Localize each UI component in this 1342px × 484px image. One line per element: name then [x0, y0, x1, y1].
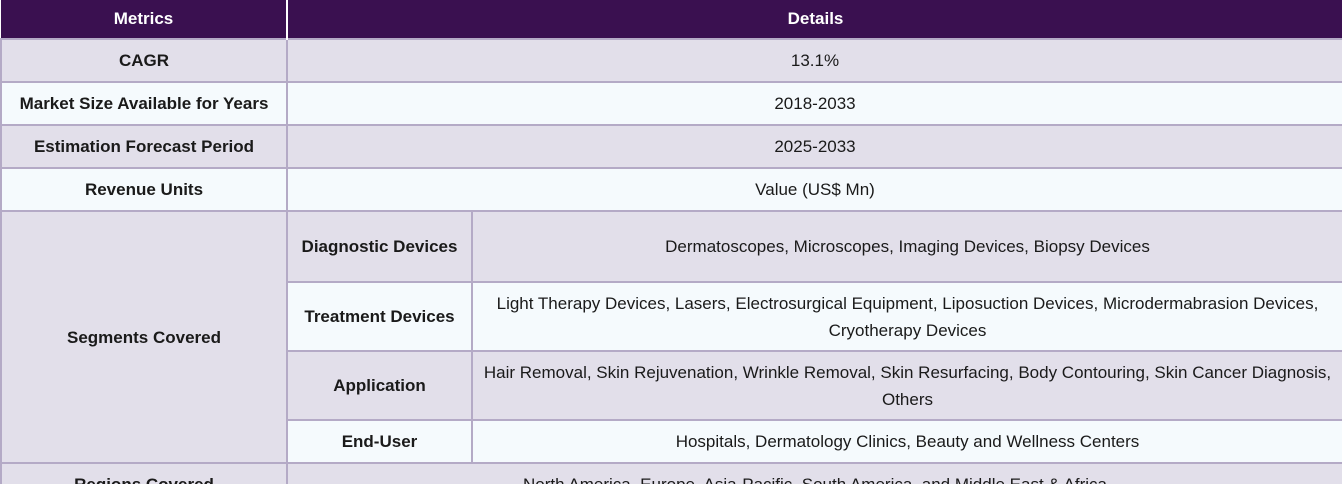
header-details: Details — [287, 0, 1342, 39]
segment-detail: Hospitals, Dermatology Clinics, Beauty a… — [471, 419, 1342, 464]
metric-detail: Value (US$ Mn) — [286, 167, 1342, 212]
table-row: CAGR 13.1% — [0, 38, 1342, 83]
header-metrics: Metrics — [1, 0, 288, 39]
segment-name: Application — [286, 350, 473, 421]
table-header-row: Metrics Details — [1, 0, 1342, 39]
segment-detail: Dermatoscopes, Microscopes, Imaging Devi… — [471, 210, 1342, 283]
table-row: Segments Covered Diagnostic Devices Derm… — [0, 210, 1342, 464]
segment-detail: Light Therapy Devices, Lasers, Electrosu… — [471, 281, 1342, 352]
segment-name: Treatment Devices — [286, 281, 473, 352]
metric-label: CAGR — [0, 38, 288, 83]
metric-detail: North America, Europe, Asia-Pacific, Sou… — [286, 462, 1342, 484]
table-row: Revenue Units Value (US$ Mn) — [0, 167, 1342, 212]
metrics-table: Metrics Details CAGR 13.1% Market Size A… — [0, 0, 1342, 484]
metric-detail: 13.1% — [286, 38, 1342, 83]
metric-detail: 2018-2033 — [286, 81, 1342, 126]
metric-label: Market Size Available for Years — [0, 81, 288, 126]
table-row: Regions Covered North America, Europe, A… — [0, 462, 1342, 484]
segment-name: Diagnostic Devices — [286, 210, 473, 283]
metric-label: Revenue Units — [0, 167, 288, 212]
metric-label: Regions Covered — [0, 462, 288, 484]
table-row: Market Size Available for Years 2018-203… — [0, 81, 1342, 126]
segment-detail: Hair Removal, Skin Rejuvenation, Wrinkle… — [471, 350, 1342, 421]
segment-name: End-User — [286, 419, 473, 464]
segments-label: Segments Covered — [0, 210, 288, 464]
table-row: Estimation Forecast Period 2025-2033 — [0, 124, 1342, 169]
metric-detail: 2025-2033 — [286, 124, 1342, 169]
metric-label: Estimation Forecast Period — [0, 124, 288, 169]
